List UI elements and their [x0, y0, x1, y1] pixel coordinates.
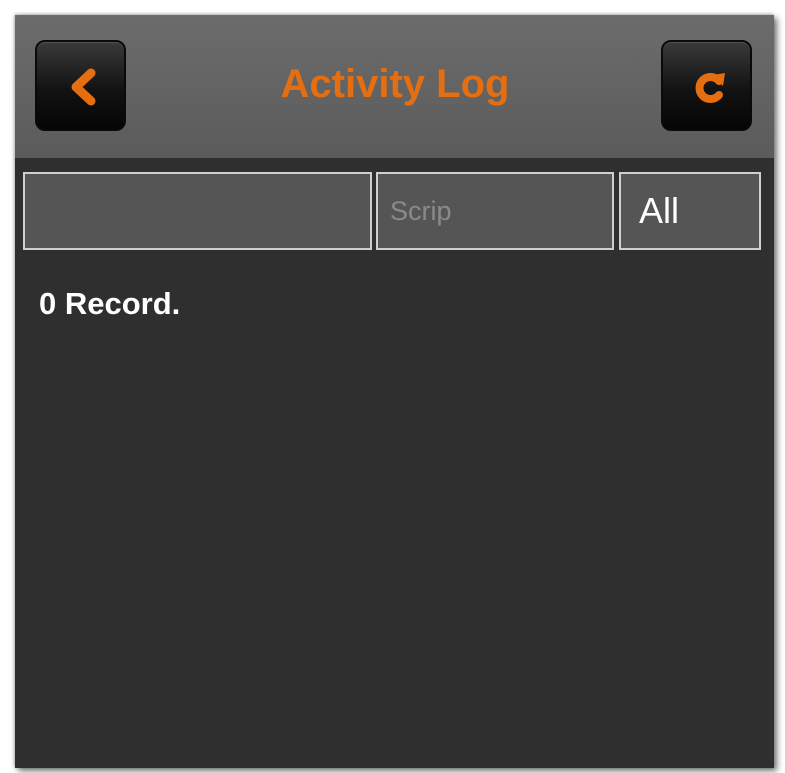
- type-filter-select[interactable]: All: [619, 172, 761, 250]
- refresh-icon: [695, 73, 725, 103]
- name-field[interactable]: [23, 172, 372, 250]
- page-title: Activity Log: [280, 62, 510, 106]
- name-input[interactable]: [25, 174, 370, 248]
- type-filter-value: All: [639, 190, 680, 231]
- back-button[interactable]: [35, 40, 126, 131]
- content-area: All 0 Record.: [15, 158, 774, 768]
- scrip-field[interactable]: [376, 172, 614, 250]
- scrip-input[interactable]: [378, 174, 612, 248]
- chevron-left-icon: [71, 68, 96, 106]
- record-count: 0 Record.: [39, 286, 181, 321]
- app-frame: Activity Log All 0 Record.: [15, 15, 774, 768]
- refresh-button[interactable]: [661, 40, 752, 131]
- header-bar: Activity Log: [15, 15, 774, 158]
